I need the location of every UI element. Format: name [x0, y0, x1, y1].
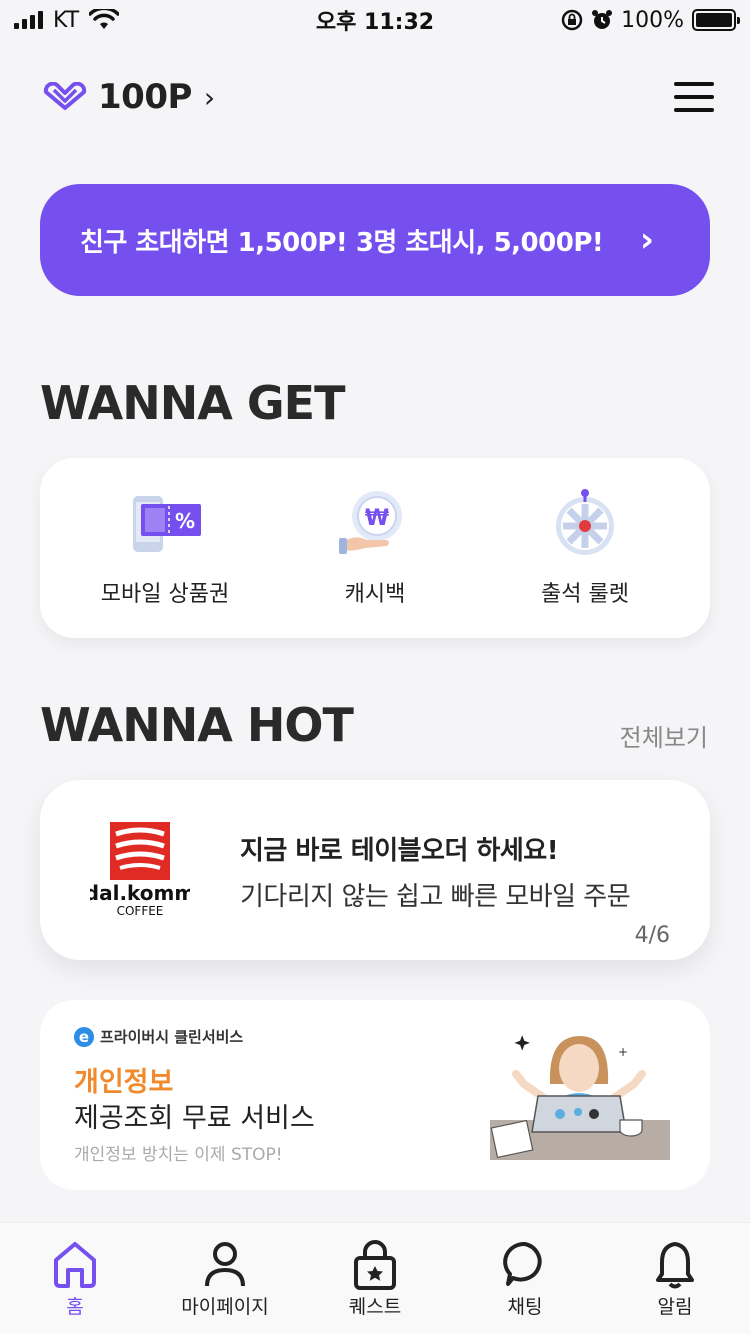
wifi-icon	[89, 9, 120, 29]
wanna-get-title: WANNA GET	[40, 376, 345, 430]
person-icon	[205, 1242, 245, 1287]
privacy-subtitle: 개인정보 방치는 이제 STOP!	[74, 1145, 283, 1165]
hot-card-title: 지금 바로 테이블오더 하세요!	[240, 836, 559, 866]
carrier-label: KT	[53, 7, 80, 33]
get-item-label: 출석 룰렛	[541, 582, 629, 607]
e-logo-icon: e	[74, 1026, 94, 1047]
nav-label: 홈	[66, 1296, 84, 1318]
menu-line	[674, 108, 714, 112]
cashback-icon: ₩	[339, 491, 402, 554]
get-item-mobile-voucher[interactable]: % 모바일 상품권	[65, 488, 265, 608]
points-value: 100P	[98, 77, 192, 117]
privacy-title-highlight: 개인정보	[74, 1067, 174, 1098]
chevron-right-icon: ›	[203, 80, 216, 114]
quest-icon	[354, 1240, 396, 1290]
status-bar: KT 오후 11:32 100%	[0, 0, 750, 40]
rotation-lock-icon	[561, 9, 583, 31]
menu-button[interactable]	[674, 82, 714, 112]
get-item-label: 모바일 상품권	[100, 582, 230, 607]
nav-label: 마이페이지	[181, 1296, 269, 1318]
hot-card-page-indicator: 4/6	[634, 923, 670, 948]
bottom-nav: 홈 마이페이지 퀘스트 채팅 알림	[0, 1222, 750, 1334]
invite-text: 친구 초대하면 1,500P! 3명 초대시, 5,000P!	[80, 227, 604, 258]
person-laptop-illustration: +	[490, 1035, 670, 1160]
nav-item-chat[interactable]: 채팅	[450, 1238, 600, 1319]
chevron-right-icon: ›	[639, 220, 654, 260]
svg-text:%: %	[175, 509, 195, 533]
hot-card-subtitle: 기다리지 않는 쉽고 빠른 모바일 주문	[240, 882, 631, 912]
svg-text:₩: ₩	[365, 506, 389, 531]
nav-item-notification[interactable]: 알림	[600, 1238, 750, 1319]
gift-voucher-icon: %	[133, 496, 201, 552]
status-left: KT	[14, 7, 120, 33]
wanna-hot-title: WANNA HOT	[40, 698, 354, 752]
status-right: 100%	[561, 7, 740, 33]
signal-icon	[14, 11, 43, 29]
get-item-roulette[interactable]: 출석 룰렛	[485, 488, 685, 608]
nav-item-quest[interactable]: 퀘스트	[300, 1238, 450, 1319]
nav-label: 채팅	[507, 1296, 543, 1318]
home-icon	[54, 1242, 96, 1288]
privacy-brand-name: 프라이버시 클린서비스	[100, 1028, 244, 1046]
battery-label: 100%	[621, 7, 684, 33]
alarm-icon	[592, 10, 613, 29]
get-item-cashback[interactable]: ₩ 캐시백	[275, 488, 475, 608]
bell-icon	[656, 1242, 694, 1289]
get-item-label: 캐시백	[344, 582, 406, 607]
menu-line	[674, 82, 714, 86]
points-link[interactable]: 100P ›	[40, 77, 215, 117]
hot-promo-card[interactable]: dal.komm COFFEE 지금 바로 테이블오더 하세요! 기다리지 않는…	[40, 780, 710, 960]
nav-label: 알림	[657, 1296, 693, 1318]
wanna-logo-icon	[43, 82, 87, 110]
dalkomm-logo: dal.komm COFFEE	[90, 822, 190, 918]
battery-icon	[692, 9, 740, 31]
chat-icon	[503, 1241, 542, 1286]
privacy-brand: e 프라이버시 클린서비스	[74, 1026, 243, 1047]
svg-text:+: +	[618, 1045, 628, 1059]
privacy-title: 제공조회 무료 서비스	[74, 1103, 315, 1134]
svg-text:dal.komm: dal.komm	[90, 881, 190, 905]
roulette-icon	[556, 489, 614, 555]
nav-item-mypage[interactable]: 마이페이지	[150, 1238, 300, 1319]
menu-line	[674, 95, 714, 99]
invite-banner[interactable]: 친구 초대하면 1,500P! 3명 초대시, 5,000P! ›	[40, 184, 710, 296]
header: 100P ›	[40, 72, 714, 122]
see-all-link[interactable]: 전체보기	[620, 718, 708, 753]
privacy-banner[interactable]: e 프라이버시 클린서비스 개인정보 제공조회 무료 서비스 개인정보 방치는 …	[40, 1000, 710, 1190]
nav-label: 퀘스트	[348, 1296, 402, 1318]
svg-text:COFFEE: COFFEE	[117, 904, 164, 918]
wanna-get-card: % 모바일 상품권 ₩ 캐시백 출석 룰렛	[40, 458, 710, 638]
nav-item-home[interactable]: 홈	[0, 1238, 150, 1319]
